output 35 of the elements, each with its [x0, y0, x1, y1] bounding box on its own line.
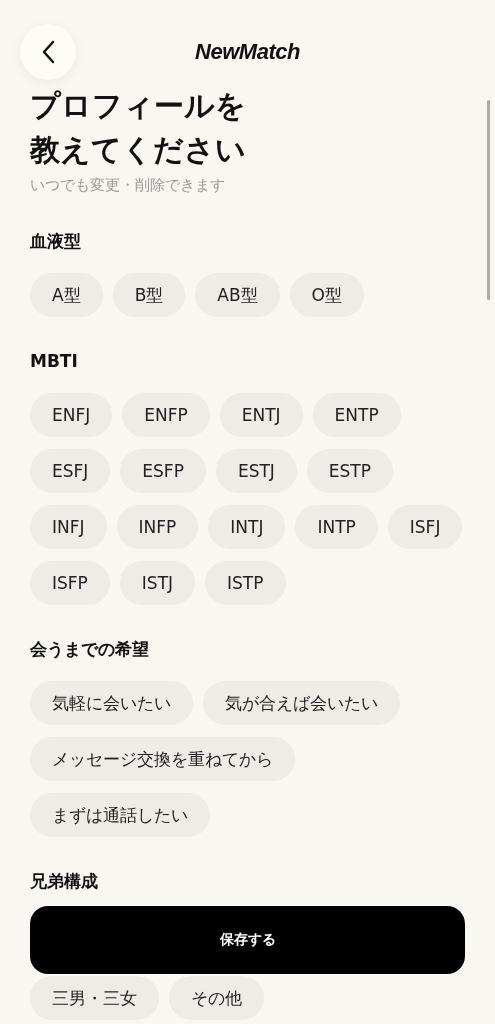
option-chip[interactable]: ESTP: [306, 449, 393, 493]
option-chip[interactable]: ENTP: [312, 393, 401, 437]
option-chip[interactable]: INTJ: [208, 505, 286, 549]
section-title: 兄弟構成: [30, 870, 99, 893]
option-chip[interactable]: ENFP: [122, 393, 210, 437]
option-chip[interactable]: ESFJ: [30, 449, 111, 493]
option-chip[interactable]: A型: [30, 273, 103, 317]
save-button[interactable]: 保存する: [30, 906, 465, 974]
option-chip[interactable]: ENTJ: [219, 393, 303, 437]
option-chip[interactable]: 三男・三女: [30, 976, 159, 1020]
option-chip[interactable]: ISTP: [205, 561, 286, 605]
section-title: 血液型: [30, 230, 82, 253]
option-chip[interactable]: INTP: [295, 505, 378, 549]
option-chip[interactable]: ISFJ: [387, 505, 463, 549]
option-chip[interactable]: 気が合えば会いたい: [203, 681, 400, 725]
section-title: MBTI: [30, 350, 79, 373]
option-chip[interactable]: AB型: [195, 273, 280, 317]
back-icon: [41, 40, 55, 64]
option-chip[interactable]: O型: [289, 273, 364, 317]
option-chip[interactable]: まずは通話したい: [30, 793, 210, 837]
option-chip[interactable]: B型: [112, 273, 186, 317]
option-chip[interactable]: ESFP: [120, 449, 206, 493]
option-chip[interactable]: メッセージ交換を重ねてから: [30, 737, 295, 781]
option-chip[interactable]: ISFP: [30, 561, 110, 605]
section-title: 会うまでの希望: [30, 638, 150, 661]
option-chip[interactable]: ENFJ: [30, 393, 113, 437]
option-chip[interactable]: その他: [169, 976, 264, 1020]
option-chip[interactable]: ESTJ: [215, 449, 297, 493]
page-title: プロフィールを 教えてください: [30, 87, 247, 169]
page-subtitle: いつでも変更・削除できます: [30, 176, 226, 195]
option-chip[interactable]: INFJ: [30, 505, 107, 549]
option-chip[interactable]: INFP: [116, 505, 199, 549]
app-logo: NewMatch: [195, 39, 300, 65]
option-chip[interactable]: ISTJ: [119, 561, 196, 605]
option-chip[interactable]: 気軽に会いたい: [30, 681, 193, 725]
